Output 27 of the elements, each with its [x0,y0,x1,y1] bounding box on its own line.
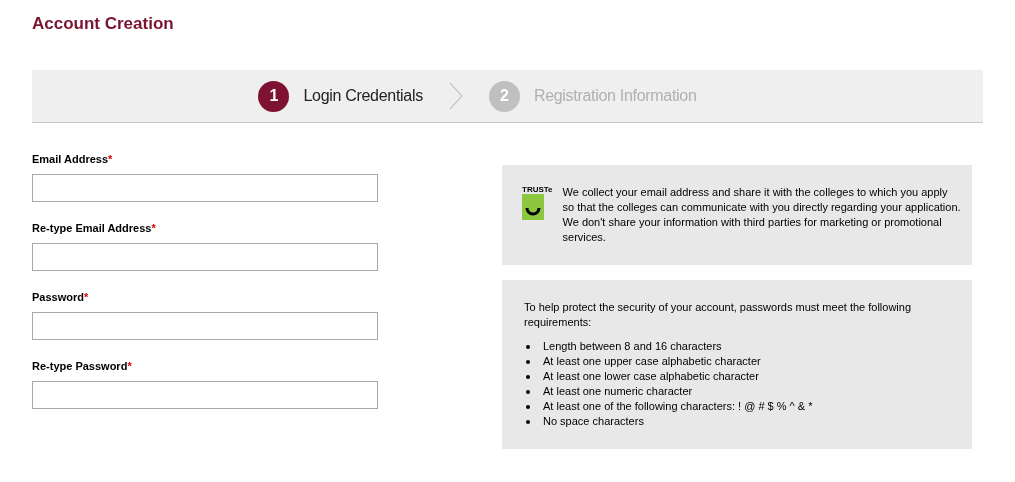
field-label: Re-type Password* [32,360,133,372]
bullet-icon [526,419,530,424]
requirement-text: At least one upper case alphabetic character [543,354,761,369]
bullet-icon [526,359,530,364]
requirement-text: At least one lower case alphabetic character [543,369,759,384]
bullet-icon [526,389,530,394]
step-label[interactable]: Login Credentials [303,87,423,105]
privacy-notice: We collect your email address and share it with the colleges to which you apply so that the colleges can communicate with you directly regarding your application. We don't share your information with third parties for marketing or promotional services. [562,185,962,245]
requirement-text: Length between 8 and 16 characters [543,339,722,354]
field-label: Re-type Email Address* [32,222,157,234]
input-field[interactable] [32,312,378,340]
chevron-icon [448,82,463,110]
requirement-text: At least one of the following characters: ! @ # $ % ^ & * [543,399,813,414]
input-field[interactable] [32,174,378,202]
field-label: Password* [32,291,90,303]
step-number[interactable]: 1 [258,80,290,112]
trust-badge: TRUSTe [522,185,553,265]
input-field[interactable] [32,243,378,271]
field-label: Email Address* [32,153,114,165]
bullet-icon [526,344,530,349]
bullet-icon [526,404,530,409]
requirements-intro: To help protect the security of your account, passwords must meet the following requirements: [524,300,913,330]
input-field[interactable] [32,381,378,409]
requirement-text: At least one numeric character [543,384,693,399]
requirement-text: No space characters [543,414,644,429]
page-title: Account Creation [32,14,175,35]
bullet-icon [526,374,530,379]
